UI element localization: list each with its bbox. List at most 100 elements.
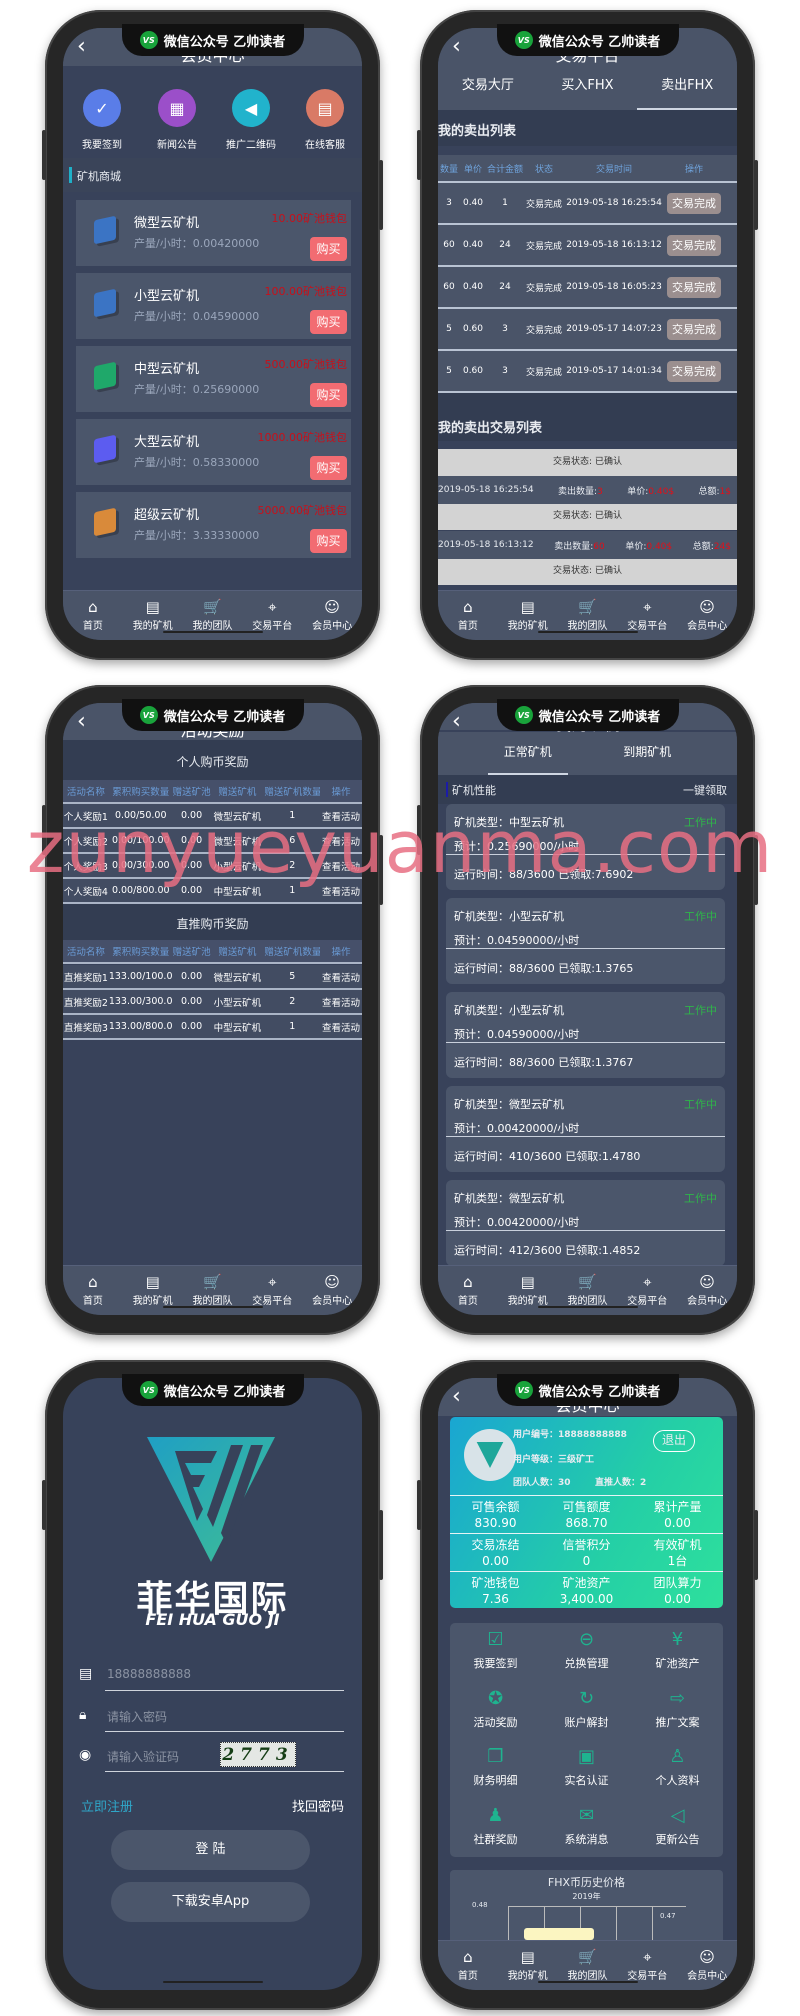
- qrcode-icon[interactable]: ▦: [158, 89, 196, 127]
- menu-item[interactable]: ✪ 活动奖励: [450, 1682, 541, 1741]
- cell: 中型云矿机: [213, 1022, 262, 1034]
- shop-screen: ‹ 会员中心 ✓我要签到▦新闻公告◀推广二维码▤在线客服 矿机商城 微型云矿机产…: [63, 28, 362, 640]
- machine-name: 超级云矿机: [134, 508, 200, 523]
- price-chart: FHX币历史价格 2019年 0.48 0.47: [450, 1870, 723, 1950]
- menu-label: 个人资料: [655, 1774, 700, 1787]
- buy-button[interactable]: 购买: [310, 456, 347, 480]
- menu-item[interactable]: ◁ 更新公告: [632, 1799, 723, 1858]
- nav-item-4[interactable]: ☺ 会员中心: [302, 1266, 362, 1315]
- captcha-field[interactable]: ◉ 请输入验证码 2773: [63, 1742, 362, 1772]
- cell-total: 3: [502, 324, 508, 334]
- captcha-input[interactable]: 请输入验证码: [107, 1748, 179, 1765]
- tx-label: 单价:: [625, 541, 647, 552]
- stat-item[interactable]: 有效矿机 1台: [632, 1534, 723, 1571]
- collect-all-button[interactable]: 一键领取: [683, 782, 727, 798]
- buy-button[interactable]: 购买: [310, 310, 347, 334]
- checkin-icon[interactable]: ✓: [83, 89, 121, 127]
- menu-label: 我要签到: [473, 1657, 518, 1670]
- stat-item[interactable]: 团队算力 0.00: [632, 1572, 723, 1609]
- menu-item[interactable]: ♟ 社群奖励: [450, 1799, 541, 1858]
- nav-item-4[interactable]: ☺ 会员中心: [677, 1941, 737, 1990]
- trade-complete-button[interactable]: 交易完成: [667, 277, 721, 298]
- menu-item[interactable]: ⇨ 推广文案: [632, 1682, 723, 1741]
- forgot-password-link[interactable]: 找回密码: [292, 1796, 344, 1815]
- nav-item-4[interactable]: ☺ 会员中心: [302, 591, 362, 640]
- captcha-image[interactable]: 2773: [220, 1742, 296, 1767]
- menu-item[interactable]: ❐ 财务明细: [450, 1740, 541, 1799]
- stat-item[interactable]: 信誉积分 0: [541, 1534, 632, 1571]
- trade-complete-button[interactable]: 交易完成: [667, 235, 721, 256]
- view-activity-link[interactable]: 查看活动: [320, 995, 362, 1009]
- nav-item-0[interactable]: ⌂ 首页: [63, 591, 123, 640]
- nav-item-0[interactable]: ⌂ 首页: [438, 1941, 498, 1990]
- nav-item-0[interactable]: ⌂ 首页: [438, 591, 498, 640]
- user-id: 用户编号：18888888888: [513, 1430, 627, 1440]
- avatar[interactable]: [464, 1429, 516, 1481]
- nav-item-0[interactable]: ⌂ 首页: [63, 1266, 123, 1315]
- tab-1[interactable]: 到期矿机: [608, 732, 688, 775]
- stat-item[interactable]: 矿池钱包 7.36: [450, 1572, 541, 1609]
- download-app-button[interactable]: 下载安卓App: [111, 1882, 310, 1922]
- speaker-icon[interactable]: ◀: [232, 89, 270, 127]
- menu-item[interactable]: ¥ 矿池资产: [632, 1623, 723, 1682]
- buy-button[interactable]: 购买: [310, 383, 347, 407]
- quick-action-label[interactable]: 在线客服: [290, 136, 360, 151]
- phone-input[interactable]: 18888888888: [107, 1667, 191, 1681]
- tab-1[interactable]: 买入FHX: [538, 66, 638, 110]
- menu-item[interactable]: ✉ 系统消息: [541, 1799, 632, 1858]
- document-icon[interactable]: ▤: [306, 89, 344, 127]
- nav-item-4[interactable]: ☺ 会员中心: [677, 1266, 737, 1315]
- phone-field[interactable]: ▤ 18888888888: [63, 1661, 362, 1691]
- menu-item[interactable]: ♙ 个人资料: [632, 1740, 723, 1799]
- menu-item[interactable]: ▣ 实名认证: [541, 1740, 632, 1799]
- phone-member: ‹ 会员中心 用户编号：18888888888 用户等级：三级矿工 团队人数：3…: [417, 1360, 758, 2010]
- view-activity-link[interactable]: 查看活动: [320, 970, 362, 984]
- stat-item[interactable]: 可售余额 830.90: [450, 1496, 541, 1533]
- password-input[interactable]: 请输入密码: [107, 1708, 167, 1725]
- tx-label: 总额:: [692, 541, 714, 552]
- buy-button[interactable]: 购买: [310, 237, 347, 261]
- status-badge: 工作中: [684, 1192, 717, 1205]
- chart-tooltip: [524, 1928, 594, 1940]
- quick-action-label[interactable]: 新闻公告: [142, 136, 212, 151]
- logout-button[interactable]: 退出: [653, 1430, 695, 1452]
- cell-time: 2019-05-17 14:01:34: [566, 366, 662, 376]
- register-link[interactable]: 立即注册: [81, 1796, 133, 1815]
- machine-type: 矿机类型：小型云矿机: [454, 1004, 564, 1017]
- id-card-icon: ▣: [577, 1746, 595, 1767]
- phone-login: 菲华国际 FEI HUA GUO JI ▤ 18888888888 🔒︎ 请输入…: [42, 1360, 383, 2010]
- user-icon: ☺: [699, 1948, 715, 1966]
- tx-time: 2019-05-18 16:13:12: [438, 540, 534, 550]
- quick-action-label[interactable]: 推广二维码: [216, 136, 286, 151]
- trade-complete-button[interactable]: 交易完成: [667, 361, 721, 382]
- login-button[interactable]: 登 陆: [111, 1830, 310, 1870]
- column-header: 合计金额: [486, 164, 523, 175]
- cell: 小型云矿机: [213, 997, 262, 1009]
- stat-item[interactable]: 可售额度 868.70: [541, 1496, 632, 1533]
- tab-2[interactable]: 卖出FHX: [637, 66, 737, 110]
- trade-complete-button[interactable]: 交易完成: [667, 193, 721, 214]
- direct-reward-title: 直推购币奖励: [176, 917, 249, 931]
- cart-icon: 🛒: [203, 598, 222, 616]
- cell-qty: 3: [446, 198, 452, 208]
- trade-complete-button[interactable]: 交易完成: [667, 319, 721, 340]
- menu-item[interactable]: ↻ 账户解封: [541, 1682, 632, 1741]
- quick-action-label[interactable]: 我要签到: [67, 136, 137, 151]
- tab-0[interactable]: 正常矿机: [488, 732, 568, 775]
- menu-item[interactable]: ⊖ 兑换管理: [541, 1623, 632, 1682]
- nav-label: 首页: [82, 621, 103, 632]
- password-field[interactable]: 🔒︎ 请输入密码: [63, 1702, 362, 1732]
- menu-item[interactable]: ☑ 我要签到: [450, 1623, 541, 1682]
- action-cell: 交易完成: [664, 277, 724, 298]
- stat-label: 信誉积分: [562, 1538, 611, 1552]
- nav-item-4[interactable]: ☺ 会员中心: [677, 591, 737, 640]
- notch-text: 微信公众号 乙帅读者: [163, 1384, 286, 1400]
- stat-item[interactable]: 矿池资产 3,400.00: [541, 1572, 632, 1609]
- buy-button[interactable]: 购买: [310, 529, 347, 553]
- tab-0[interactable]: 交易大厅: [438, 66, 538, 110]
- nav-item-0[interactable]: ⌂ 首页: [438, 1266, 498, 1315]
- machine-price: 1000.00矿池钱包: [257, 431, 348, 444]
- stat-item[interactable]: 累计产量 0.00: [632, 1496, 723, 1533]
- view-activity-link[interactable]: 查看活动: [320, 1020, 362, 1034]
- stat-item[interactable]: 交易冻结 0.00: [450, 1534, 541, 1571]
